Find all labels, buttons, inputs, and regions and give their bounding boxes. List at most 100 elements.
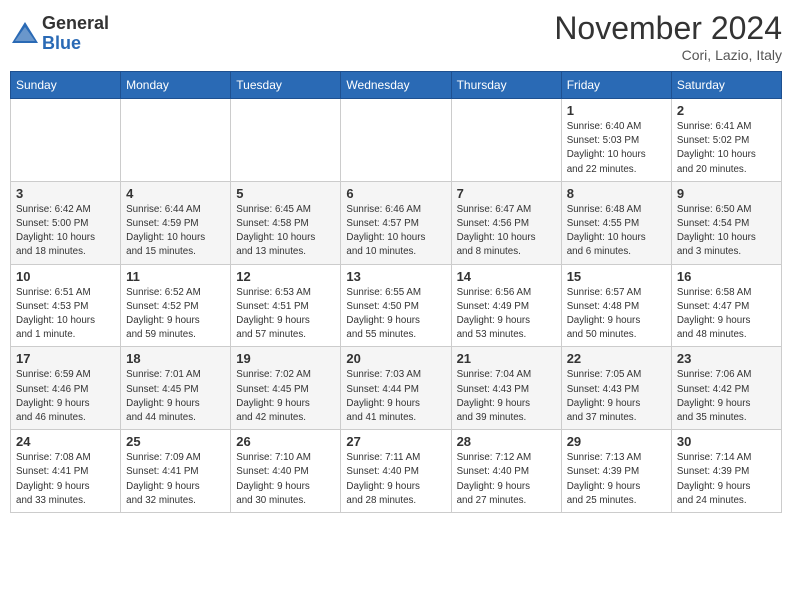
calendar-cell: 2 Sunrise: 6:41 AM Sunset: 5:02 PM Daylig… xyxy=(671,99,781,182)
calendar-cell: 1 Sunrise: 6:40 AM Sunset: 5:03 PM Daylig… xyxy=(561,99,671,182)
calendar-cell: 28 Sunrise: 7:12 AM Sunset: 4:40 PM Dayli… xyxy=(451,430,561,513)
page-header: General Blue November 2024 Cori, Lazio, … xyxy=(10,10,782,63)
header-day: Wednesday xyxy=(341,72,451,99)
calendar-cell: 11 Sunrise: 6:52 AM Sunset: 4:52 PM Dayli… xyxy=(121,264,231,347)
header-day: Saturday xyxy=(671,72,781,99)
calendar-week: 17 Sunrise: 6:59 AM Sunset: 4:46 PM Dayli… xyxy=(11,347,782,430)
header-day: Tuesday xyxy=(231,72,341,99)
logo-icon xyxy=(10,19,40,49)
calendar-cell: 19 Sunrise: 7:02 AM Sunset: 4:45 PM Dayli… xyxy=(231,347,341,430)
day-info: Sunrise: 7:01 AM Sunset: 4:45 PM Dayligh… xyxy=(126,368,225,425)
day-number: 12 xyxy=(236,269,335,284)
header-day: Monday xyxy=(121,72,231,99)
day-info: Sunrise: 7:14 AM Sunset: 4:39 PM Dayligh… xyxy=(677,451,776,508)
day-info: Sunrise: 6:59 AM Sunset: 4:46 PM Dayligh… xyxy=(16,368,115,425)
day-info: Sunrise: 7:08 AM Sunset: 4:41 PM Dayligh… xyxy=(16,451,115,508)
calendar-cell xyxy=(451,99,561,182)
calendar-cell: 3 Sunrise: 6:42 AM Sunset: 5:00 PM Daylig… xyxy=(11,181,121,264)
day-number: 2 xyxy=(677,103,776,118)
day-info: Sunrise: 6:45 AM Sunset: 4:58 PM Dayligh… xyxy=(236,203,335,260)
day-number: 17 xyxy=(16,351,115,366)
logo-general: General xyxy=(42,13,109,33)
day-info: Sunrise: 7:09 AM Sunset: 4:41 PM Dayligh… xyxy=(126,451,225,508)
day-info: Sunrise: 7:03 AM Sunset: 4:44 PM Dayligh… xyxy=(346,368,445,425)
calendar-cell: 8Sunrise: 6:48 AM Sunset: 4:55 PM Daylig… xyxy=(561,181,671,264)
calendar-cell: 4 Sunrise: 6:44 AM Sunset: 4:59 PM Daylig… xyxy=(121,181,231,264)
calendar-cell: 29 Sunrise: 7:13 AM Sunset: 4:39 PM Dayli… xyxy=(561,430,671,513)
day-info: Sunrise: 6:58 AM Sunset: 4:47 PM Dayligh… xyxy=(677,286,776,343)
logo-text: General Blue xyxy=(42,14,109,54)
day-info: Sunrise: 6:53 AM Sunset: 4:51 PM Dayligh… xyxy=(236,286,335,343)
day-number: 11 xyxy=(126,269,225,284)
day-info: Sunrise: 7:02 AM Sunset: 4:45 PM Dayligh… xyxy=(236,368,335,425)
calendar-week: 1 Sunrise: 6:40 AM Sunset: 5:03 PM Daylig… xyxy=(11,99,782,182)
day-info: Sunrise: 7:06 AM Sunset: 4:42 PM Dayligh… xyxy=(677,368,776,425)
calendar-cell: 18 Sunrise: 7:01 AM Sunset: 4:45 PM Dayli… xyxy=(121,347,231,430)
day-number: 7 xyxy=(457,186,556,201)
calendar-cell: 20Sunrise: 7:03 AM Sunset: 4:44 PM Dayli… xyxy=(341,347,451,430)
calendar-cell xyxy=(231,99,341,182)
day-number: 18 xyxy=(126,351,225,366)
day-number: 6 xyxy=(346,186,445,201)
header-day: Sunday xyxy=(11,72,121,99)
day-info: Sunrise: 6:57 AM Sunset: 4:48 PM Dayligh… xyxy=(567,286,666,343)
day-info: Sunrise: 6:46 AM Sunset: 4:57 PM Dayligh… xyxy=(346,203,445,260)
day-number: 29 xyxy=(567,434,666,449)
header-day: Thursday xyxy=(451,72,561,99)
header-day: Friday xyxy=(561,72,671,99)
calendar-week: 3 Sunrise: 6:42 AM Sunset: 5:00 PM Daylig… xyxy=(11,181,782,264)
day-number: 3 xyxy=(16,186,115,201)
calendar-cell: 26 Sunrise: 7:10 AM Sunset: 4:40 PM Dayli… xyxy=(231,430,341,513)
calendar-table: SundayMondayTuesdayWednesdayThursdayFrid… xyxy=(10,71,782,513)
day-info: Sunrise: 7:13 AM Sunset: 4:39 PM Dayligh… xyxy=(567,451,666,508)
calendar-cell: 9 Sunrise: 6:50 AM Sunset: 4:54 PM Daylig… xyxy=(671,181,781,264)
calendar-cell: 16 Sunrise: 6:58 AM Sunset: 4:47 PM Dayli… xyxy=(671,264,781,347)
calendar-cell: 14Sunrise: 6:56 AM Sunset: 4:49 PM Dayli… xyxy=(451,264,561,347)
day-number: 8 xyxy=(567,186,666,201)
header-row: SundayMondayTuesdayWednesdayThursdayFrid… xyxy=(11,72,782,99)
calendar-cell: 24Sunrise: 7:08 AM Sunset: 4:41 PM Dayli… xyxy=(11,430,121,513)
day-info: Sunrise: 7:10 AM Sunset: 4:40 PM Dayligh… xyxy=(236,451,335,508)
day-info: Sunrise: 6:47 AM Sunset: 4:56 PM Dayligh… xyxy=(457,203,556,260)
day-info: Sunrise: 6:55 AM Sunset: 4:50 PM Dayligh… xyxy=(346,286,445,343)
calendar-cell: 12 Sunrise: 6:53 AM Sunset: 4:51 PM Dayli… xyxy=(231,264,341,347)
calendar-cell: 22Sunrise: 7:05 AM Sunset: 4:43 PM Dayli… xyxy=(561,347,671,430)
day-info: Sunrise: 6:42 AM Sunset: 5:00 PM Dayligh… xyxy=(16,203,115,260)
day-number: 27 xyxy=(346,434,445,449)
calendar-week: 10 Sunrise: 6:51 AM Sunset: 4:53 PM Dayli… xyxy=(11,264,782,347)
calendar-header: SundayMondayTuesdayWednesdayThursdayFrid… xyxy=(11,72,782,99)
day-number: 26 xyxy=(236,434,335,449)
day-info: Sunrise: 6:52 AM Sunset: 4:52 PM Dayligh… xyxy=(126,286,225,343)
day-number: 15 xyxy=(567,269,666,284)
day-info: Sunrise: 7:12 AM Sunset: 4:40 PM Dayligh… xyxy=(457,451,556,508)
day-number: 13 xyxy=(346,269,445,284)
day-number: 9 xyxy=(677,186,776,201)
day-number: 28 xyxy=(457,434,556,449)
day-number: 22 xyxy=(567,351,666,366)
calendar-cell: 7 Sunrise: 6:47 AM Sunset: 4:56 PM Daylig… xyxy=(451,181,561,264)
calendar-cell: 21Sunrise: 7:04 AM Sunset: 4:43 PM Dayli… xyxy=(451,347,561,430)
calendar-body: 1 Sunrise: 6:40 AM Sunset: 5:03 PM Daylig… xyxy=(11,99,782,513)
day-number: 5 xyxy=(236,186,335,201)
calendar-cell: 30Sunrise: 7:14 AM Sunset: 4:39 PM Dayli… xyxy=(671,430,781,513)
day-number: 14 xyxy=(457,269,556,284)
calendar-cell xyxy=(341,99,451,182)
day-info: Sunrise: 6:50 AM Sunset: 4:54 PM Dayligh… xyxy=(677,203,776,260)
day-number: 16 xyxy=(677,269,776,284)
day-number: 25 xyxy=(126,434,225,449)
location: Cori, Lazio, Italy xyxy=(554,47,782,63)
day-info: Sunrise: 6:51 AM Sunset: 4:53 PM Dayligh… xyxy=(16,286,115,343)
day-number: 1 xyxy=(567,103,666,118)
day-number: 19 xyxy=(236,351,335,366)
calendar-cell: 15 Sunrise: 6:57 AM Sunset: 4:48 PM Dayli… xyxy=(561,264,671,347)
day-info: Sunrise: 6:41 AM Sunset: 5:02 PM Dayligh… xyxy=(677,120,776,177)
day-info: Sunrise: 6:40 AM Sunset: 5:03 PM Dayligh… xyxy=(567,120,666,177)
calendar-cell: 25 Sunrise: 7:09 AM Sunset: 4:41 PM Dayli… xyxy=(121,430,231,513)
day-number: 10 xyxy=(16,269,115,284)
calendar-cell: 27 Sunrise: 7:11 AM Sunset: 4:40 PM Dayli… xyxy=(341,430,451,513)
day-info: Sunrise: 6:44 AM Sunset: 4:59 PM Dayligh… xyxy=(126,203,225,260)
day-number: 21 xyxy=(457,351,556,366)
day-number: 4 xyxy=(126,186,225,201)
month-title: November 2024 xyxy=(554,10,782,47)
day-info: Sunrise: 7:11 AM Sunset: 4:40 PM Dayligh… xyxy=(346,451,445,508)
